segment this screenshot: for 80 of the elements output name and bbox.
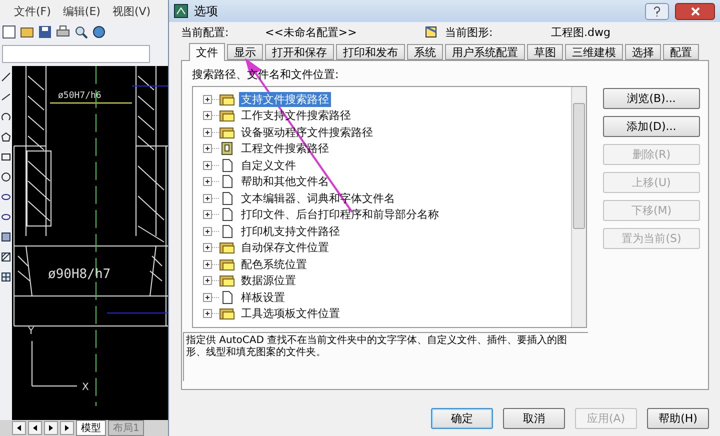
expand-icon: [203, 192, 219, 204]
window-title: 选项: [194, 2, 219, 20]
page-icon: [2, 25, 16, 39]
tab[interactable]: 三维建模: [565, 44, 623, 60]
tree-item[interactable]: 样板设置: [239, 290, 287, 305]
folder-icon: [219, 126, 235, 139]
profile-value: <<未命名配置>>: [265, 24, 358, 40]
expand-icon: [203, 258, 219, 270]
close-icon: [690, 6, 700, 16]
tree-item[interactable]: 打印文件、后台打印程序和前导部分名称: [239, 207, 441, 222]
globe-icon: [92, 25, 106, 39]
folder-icon: [219, 92, 235, 106]
tab[interactable]: 用户系统配置: [445, 44, 525, 60]
app-icon: [174, 4, 188, 18]
tree-item[interactable]: 工作支持文件搜索路径: [239, 108, 353, 124]
circle-icon: [1, 172, 11, 182]
expand-icon: [203, 242, 219, 254]
tab[interactable]: 系统: [407, 44, 443, 60]
tab[interactable]: 选择: [625, 44, 661, 60]
menu-item[interactable]: 编辑(E): [62, 4, 100, 18]
expand-icon: [203, 143, 219, 154]
tree-item[interactable]: 打印机支持文件路径: [239, 224, 342, 239]
folder-icon: [219, 258, 235, 271]
rectangle-icon: [1, 152, 11, 162]
tab[interactable]: 草图: [527, 44, 563, 60]
expand-icon: [203, 94, 219, 105]
tree-item[interactable]: 配色系统位置: [239, 256, 309, 272]
folder-icon: [219, 274, 235, 288]
tab[interactable]: 配置: [663, 44, 699, 60]
tree-item[interactable]: 自定义文件: [239, 158, 298, 173]
side-button[interactable]: 浏览(B)...: [603, 88, 700, 109]
tab[interactable]: 显示: [227, 44, 263, 60]
profile-label: 当前配置:: [181, 24, 230, 40]
scrollbar[interactable]: [571, 87, 586, 327]
printer-icon: [56, 25, 70, 39]
dialog-button[interactable]: 取消: [503, 408, 565, 429]
expand-icon: [203, 110, 219, 122]
book-icon: [219, 142, 235, 156]
axis-label: X: [82, 382, 89, 393]
block-icon: [1, 232, 11, 242]
folder-icon: [219, 307, 235, 320]
axis-label: Y: [28, 326, 34, 337]
expand-icon: [203, 308, 219, 320]
dialog-button[interactable]: 帮助(H): [647, 408, 709, 429]
expand-icon: [203, 226, 219, 237]
arc-icon: [1, 112, 11, 122]
folder-icon: [20, 25, 34, 39]
tab[interactable]: 文件: [189, 43, 225, 61]
close-button[interactable]: [675, 2, 715, 20]
tab[interactable]: 打印和发布: [336, 44, 405, 60]
help-button[interactable]: [645, 2, 669, 20]
tab[interactable]: 打开和保存: [265, 44, 334, 60]
menu-item[interactable]: 文件(F): [14, 4, 51, 18]
side-button[interactable]: 添加(D)...: [603, 116, 700, 137]
table-icon: [1, 272, 11, 282]
expand-icon: [203, 160, 219, 171]
question-icon: [653, 6, 661, 16]
drawing-label: 当前图形:: [445, 24, 494, 40]
expand-icon: [203, 292, 219, 303]
tree-item[interactable]: 数据源位置: [239, 273, 298, 288]
hatch-icon: [1, 252, 11, 262]
dialog-button[interactable]: 确定: [431, 408, 493, 429]
magnifier-icon: [74, 25, 88, 39]
drawing-file-icon: [425, 26, 437, 38]
tree-item[interactable]: 工具选项板文件位置: [239, 306, 342, 322]
folder-icon: [219, 109, 235, 122]
folder-icon: [219, 241, 235, 254]
expand-icon: [203, 209, 219, 220]
drawing-value: 工程图.dwg: [551, 24, 612, 40]
tree-item[interactable]: 帮助和其他文件名: [239, 174, 331, 190]
description-text: 指定供 AutoCAD 查找不在当前文件夹中的文字字体、自定义文件、插件、要插入的图形、线型和填充图案的文件夹。: [183, 332, 588, 381]
expand-icon: [203, 126, 219, 138]
expand-icon: [203, 176, 219, 188]
menu-item[interactable]: 视图(V): [112, 4, 151, 18]
tree-item[interactable]: 支持文件搜索路径: [239, 92, 331, 107]
tree-item[interactable]: 自动保存文件位置: [239, 240, 331, 256]
polygon-icon: [1, 132, 11, 142]
dimension-label: ø90H8/h7: [48, 267, 111, 282]
expand-icon: [203, 275, 219, 286]
layout-tab[interactable]: 模型: [76, 420, 106, 436]
